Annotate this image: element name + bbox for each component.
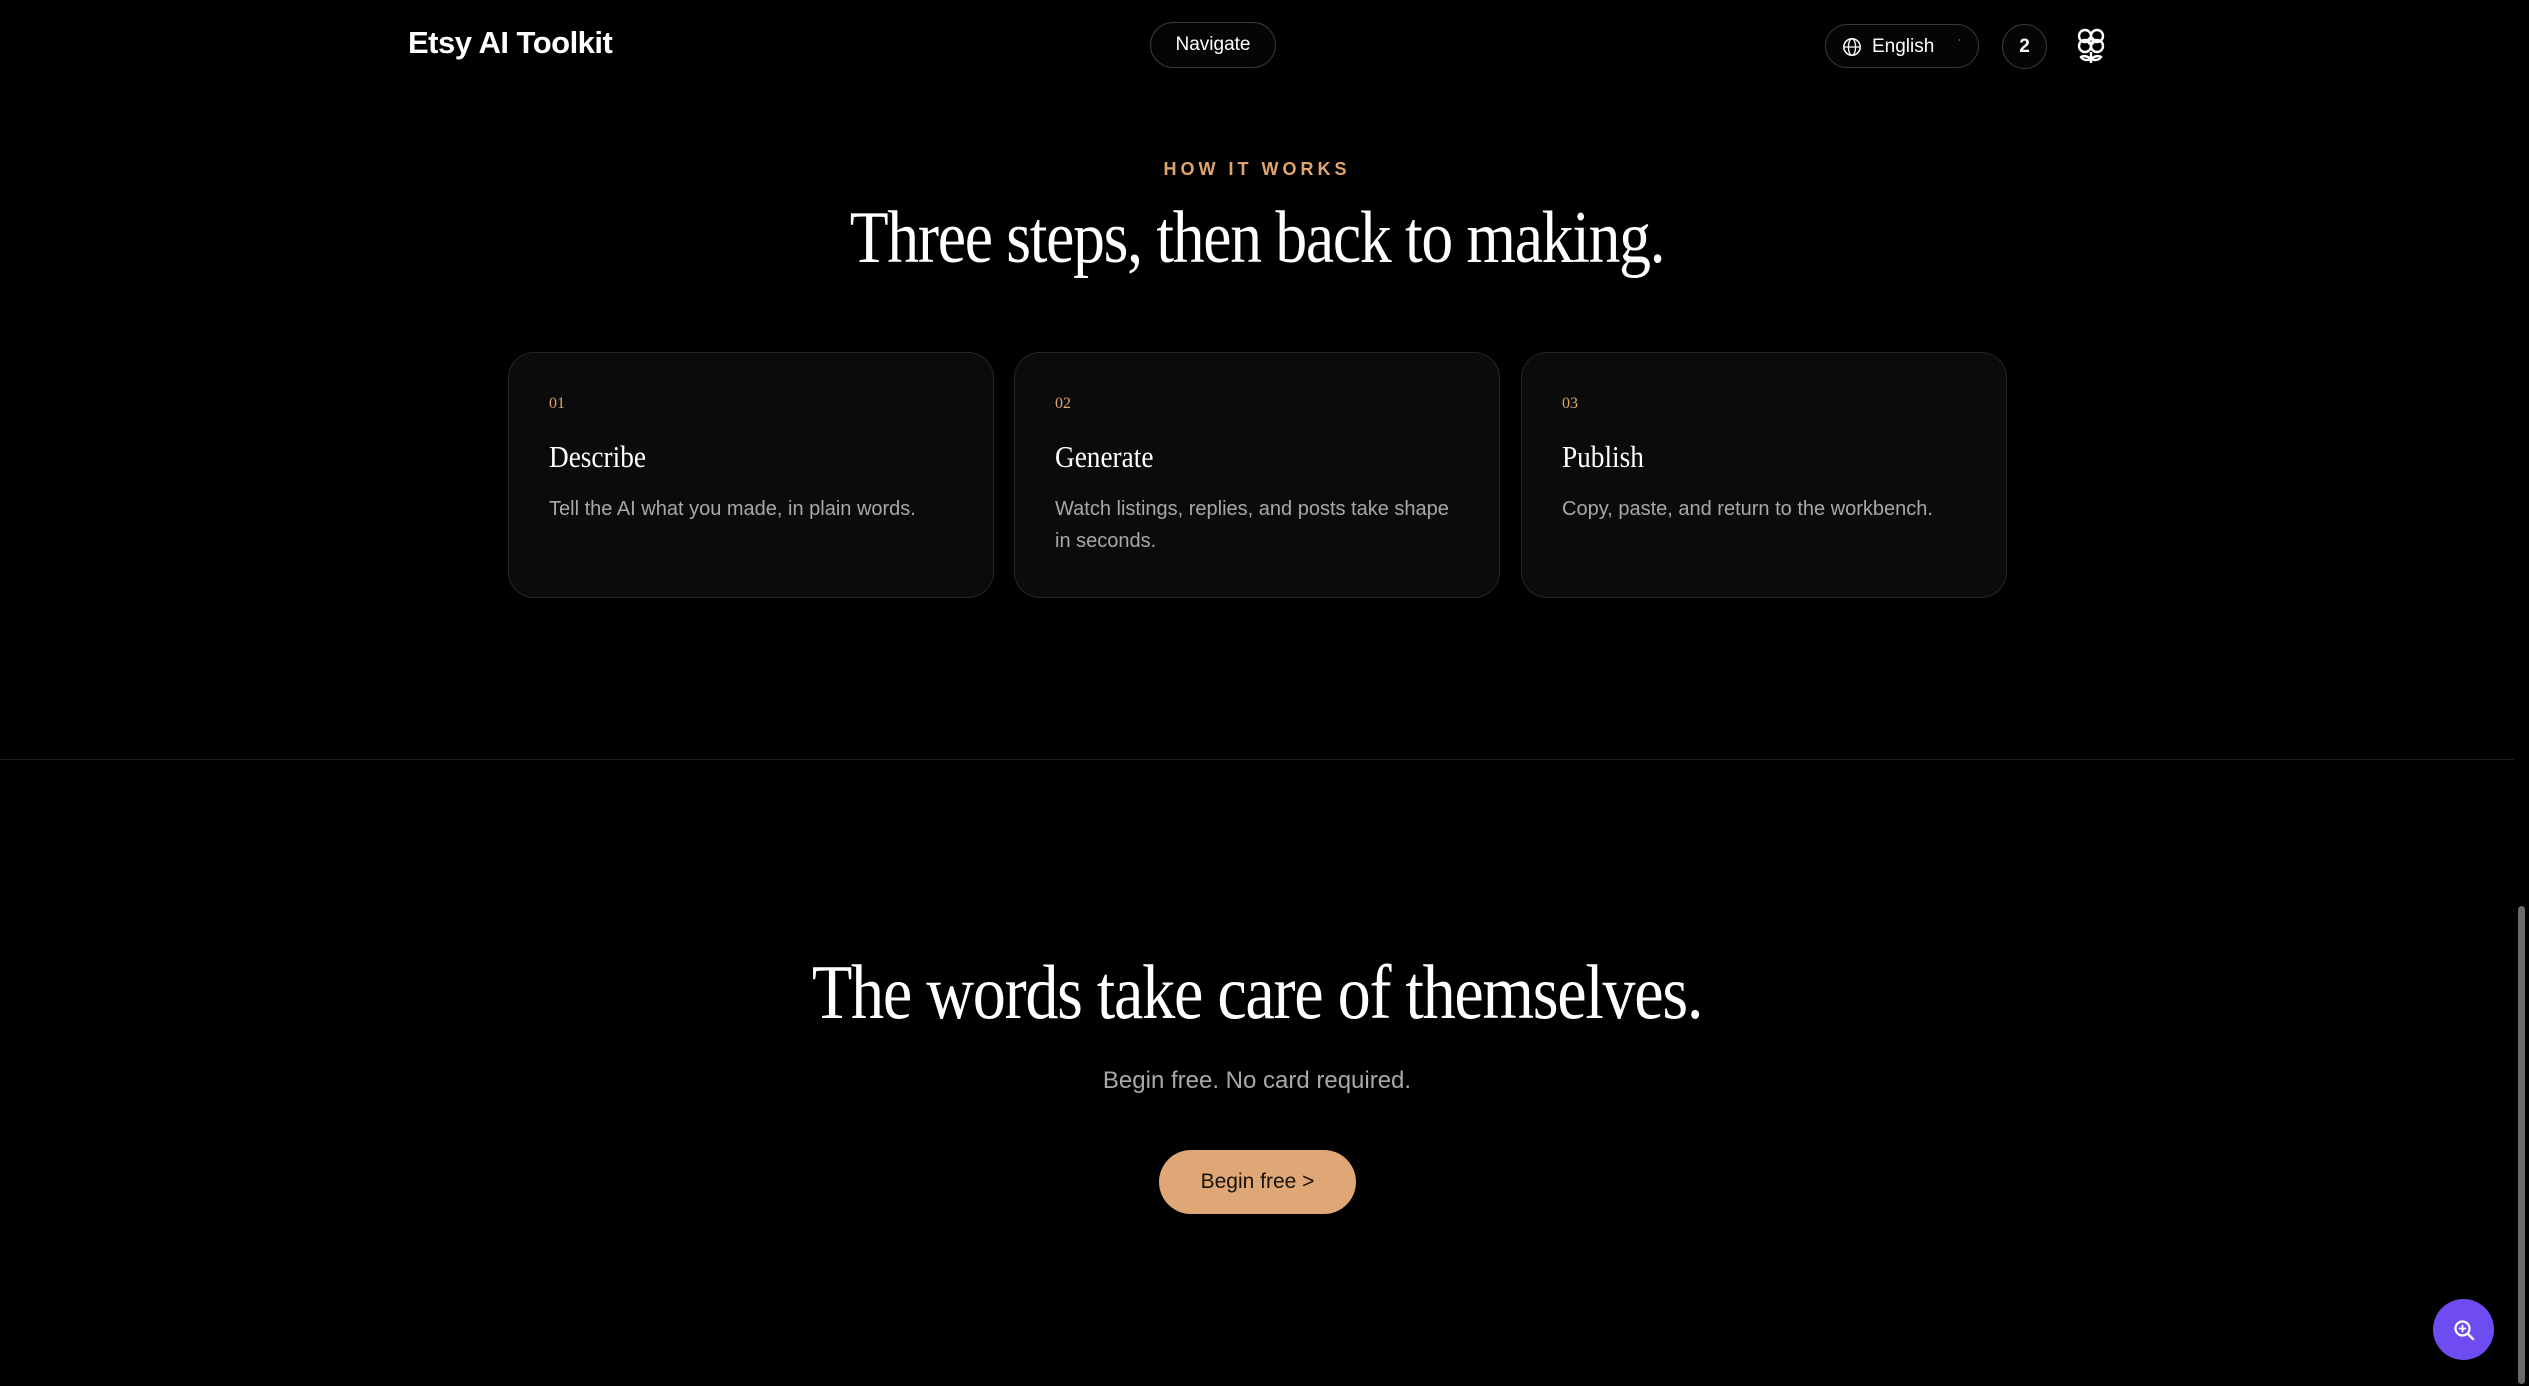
section-eyebrow: HOW IT WORKS (1163, 159, 1351, 179)
cta-subtitle: Begin free. No card required. (1102, 1067, 1412, 1094)
globe-icon (1843, 38, 1861, 56)
begin-free-button-label: Begin free > (1200, 1170, 1315, 1193)
notification-count-button[interactable]: 2 (2002, 24, 2047, 69)
brand-logo-text[interactable]: Etsy AI Toolkit (408, 25, 613, 61)
search-zoom-icon (2453, 1319, 2474, 1340)
step-description: Watch listings, replies, and posts take … (1055, 498, 1449, 552)
step-card-describe: 01 Describe Tell the AI what you made, i… (508, 352, 994, 598)
navigate-button[interactable]: Navigate (1150, 22, 1276, 68)
cta-title: The words take care of themselves. (811, 949, 1703, 1035)
page: Etsy AI Toolkit Navigate English ˙ 2 HOW… (0, 0, 2529, 1386)
page-scrollbar[interactable] (2514, 0, 2529, 1386)
section-title: Three steps, then back to making. (849, 197, 1666, 279)
step-number: 02 (1055, 395, 1071, 412)
chevron-down-icon: ˙ (1958, 37, 1962, 51)
step-number: 03 (1562, 395, 1578, 412)
language-select-value: English (1872, 36, 1935, 57)
scrollbar-thumb[interactable] (2518, 906, 2525, 1384)
step-card-generate: 02 Generate Watch listings, replies, and… (1014, 352, 1500, 598)
notification-count: 2 (2019, 35, 2030, 57)
step-description: Copy, paste, and return to the workbench… (1562, 498, 1933, 520)
flower-icon[interactable] (2074, 27, 2108, 65)
step-title: Describe (549, 439, 646, 474)
begin-free-button[interactable]: Begin free > (1159, 1150, 1356, 1214)
step-description: Tell the AI what you made, in plain word… (549, 498, 916, 520)
section-divider (0, 759, 2529, 760)
step-card-publish: 03 Publish Copy, paste, and return to th… (1521, 352, 2007, 598)
step-title: Generate (1055, 439, 1154, 474)
zoom-search-fab[interactable] (2433, 1299, 2494, 1360)
step-number: 01 (549, 395, 565, 412)
navigate-button-label: Navigate (1175, 34, 1251, 55)
language-select[interactable]: English ˙ (1825, 24, 1979, 68)
step-title: Publish (1562, 439, 1644, 474)
top-navigation-bar: Etsy AI Toolkit Navigate English ˙ 2 (0, 0, 2529, 92)
